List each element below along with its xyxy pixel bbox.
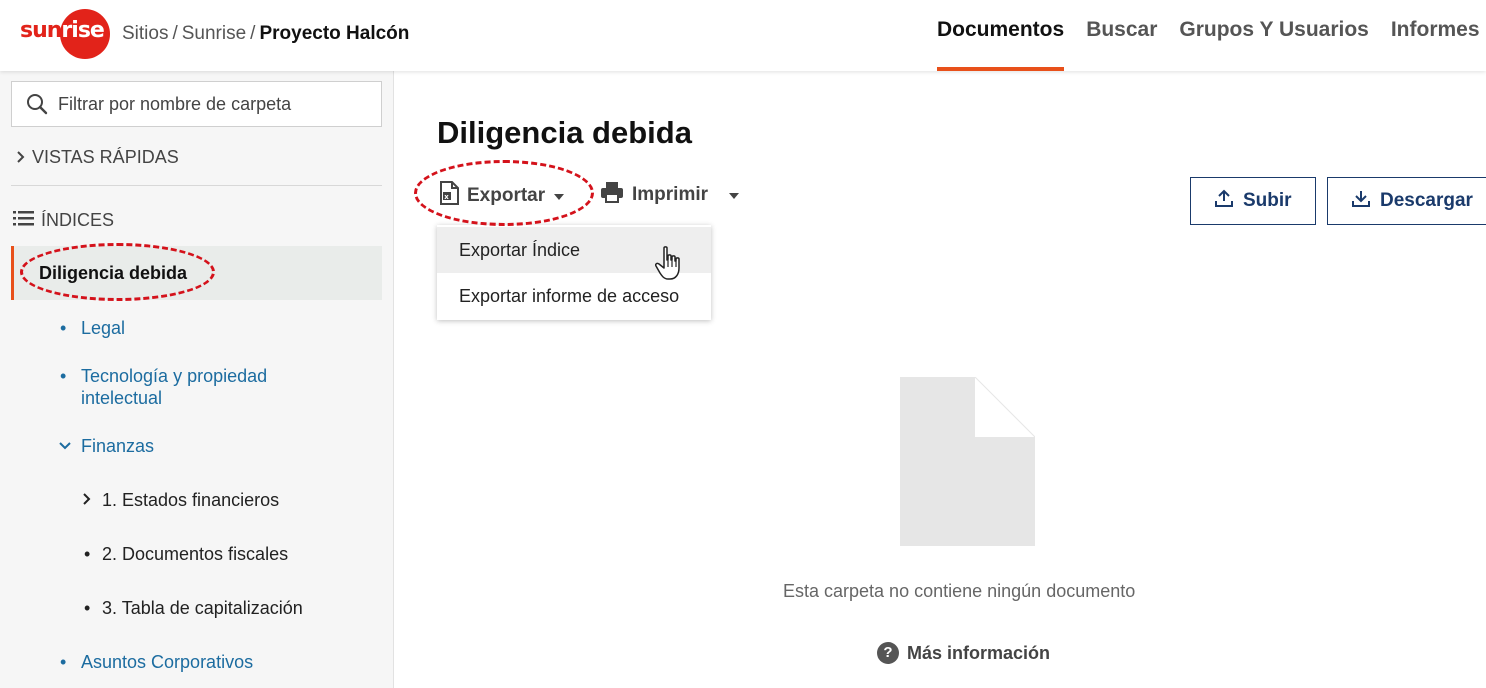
bullet-icon: • bbox=[84, 544, 91, 564]
help-icon: ? bbox=[877, 642, 899, 664]
sidebar-item-finanzas[interactable]: Finanzas bbox=[81, 436, 154, 457]
svg-text:x: x bbox=[444, 193, 449, 201]
indices-label: ÍNDICES bbox=[41, 210, 115, 230]
nav-documentos[interactable]: Documentos bbox=[926, 0, 1075, 71]
chevron-right-icon[interactable] bbox=[82, 492, 92, 510]
nav-grupos-usuarios[interactable]: Grupos Y Usuarios bbox=[1168, 0, 1379, 71]
nav-informes[interactable]: Informes bbox=[1380, 0, 1486, 71]
bullet-icon: • bbox=[60, 366, 67, 386]
top-nav: Documentos Buscar Grupos Y Usuarios Info… bbox=[926, 0, 1486, 71]
chevron-right-icon bbox=[16, 147, 26, 168]
upload-icon bbox=[1215, 189, 1233, 213]
print-label: Imprimir bbox=[632, 184, 709, 205]
export-button[interactable]: x Exportar bbox=[439, 181, 565, 211]
caret-down-icon[interactable] bbox=[728, 184, 740, 206]
sidebar-item-diligencia-debida[interactable]: Diligencia debida bbox=[11, 246, 382, 300]
caret-down-icon bbox=[553, 185, 565, 207]
export-label: Exportar bbox=[467, 185, 546, 206]
logo-text: sunrise bbox=[20, 18, 105, 43]
upload-button[interactable]: Subir bbox=[1190, 177, 1316, 225]
breadcrumb-current: Proyecto Halcón bbox=[259, 23, 410, 44]
nav-buscar[interactable]: Buscar bbox=[1075, 0, 1168, 71]
sidebar-item-tecnologia[interactable]: Tecnología y propiedad bbox=[81, 366, 267, 387]
top-header: sunrise Sitios / Sunrise / Proyecto Halcón D… bbox=[0, 0, 1486, 71]
main-content: Diligencia debida x Exportar Imprimir Su… bbox=[395, 71, 1486, 688]
print-button[interactable]: Imprimir bbox=[600, 181, 740, 209]
download-icon bbox=[1352, 189, 1370, 213]
quick-views-toggle[interactable]: VISTAS RÁPIDAS bbox=[16, 147, 179, 168]
download-button[interactable]: Descargar bbox=[1327, 177, 1486, 225]
sidebar: VISTAS RÁPIDAS ÍNDICES Diligencia debida… bbox=[0, 71, 394, 688]
empty-folder-message: Esta carpeta no contiene ningún document… bbox=[783, 581, 1136, 601]
page-title: Diligencia debida bbox=[437, 115, 692, 150]
selected-folder-label: Diligencia debida bbox=[39, 263, 188, 283]
breadcrumb-sitios[interactable]: Sitios bbox=[122, 23, 168, 44]
breadcrumb: Sitios / Sunrise / Proyecto Halcón bbox=[122, 23, 410, 44]
sidebar-item-legal[interactable]: Legal bbox=[81, 318, 125, 339]
more-info-link[interactable]: ? Más información bbox=[877, 642, 1050, 664]
sidebar-item-estados-financieros[interactable]: 1. Estados financieros bbox=[102, 490, 279, 511]
sidebar-item-asuntos-corporativos[interactable]: Asuntos Corporativos bbox=[81, 652, 253, 673]
indices-header: ÍNDICES bbox=[13, 210, 114, 231]
sidebar-item-tecnologia-line2[interactable]: intelectual bbox=[81, 388, 162, 409]
hand-cursor-icon bbox=[655, 246, 685, 287]
breadcrumb-sunrise[interactable]: Sunrise bbox=[182, 23, 246, 44]
excel-file-icon: x bbox=[439, 181, 459, 211]
sidebar-item-tabla-capitalizacion[interactable]: 3. Tabla de capitalización bbox=[102, 598, 303, 619]
bullet-icon: • bbox=[60, 652, 67, 672]
search-icon bbox=[26, 93, 48, 115]
chevron-down-icon[interactable] bbox=[59, 438, 71, 456]
folder-filter bbox=[11, 81, 382, 127]
empty-document-icon bbox=[900, 376, 1036, 551]
folder-filter-input[interactable] bbox=[58, 90, 368, 118]
sidebar-divider bbox=[11, 185, 382, 186]
bullet-icon: • bbox=[84, 598, 91, 618]
more-info-label: Más información bbox=[907, 642, 1051, 663]
download-label: Descargar bbox=[1380, 190, 1473, 211]
printer-icon bbox=[600, 181, 624, 209]
quick-views-label: VISTAS RÁPIDAS bbox=[32, 147, 179, 167]
sunrise-logo[interactable]: sunrise bbox=[20, 9, 110, 59]
bullet-icon: • bbox=[60, 318, 67, 338]
list-icon bbox=[13, 210, 35, 231]
sidebar-item-documentos-fiscales[interactable]: 2. Documentos fiscales bbox=[102, 544, 288, 565]
upload-label: Subir bbox=[1243, 190, 1292, 211]
